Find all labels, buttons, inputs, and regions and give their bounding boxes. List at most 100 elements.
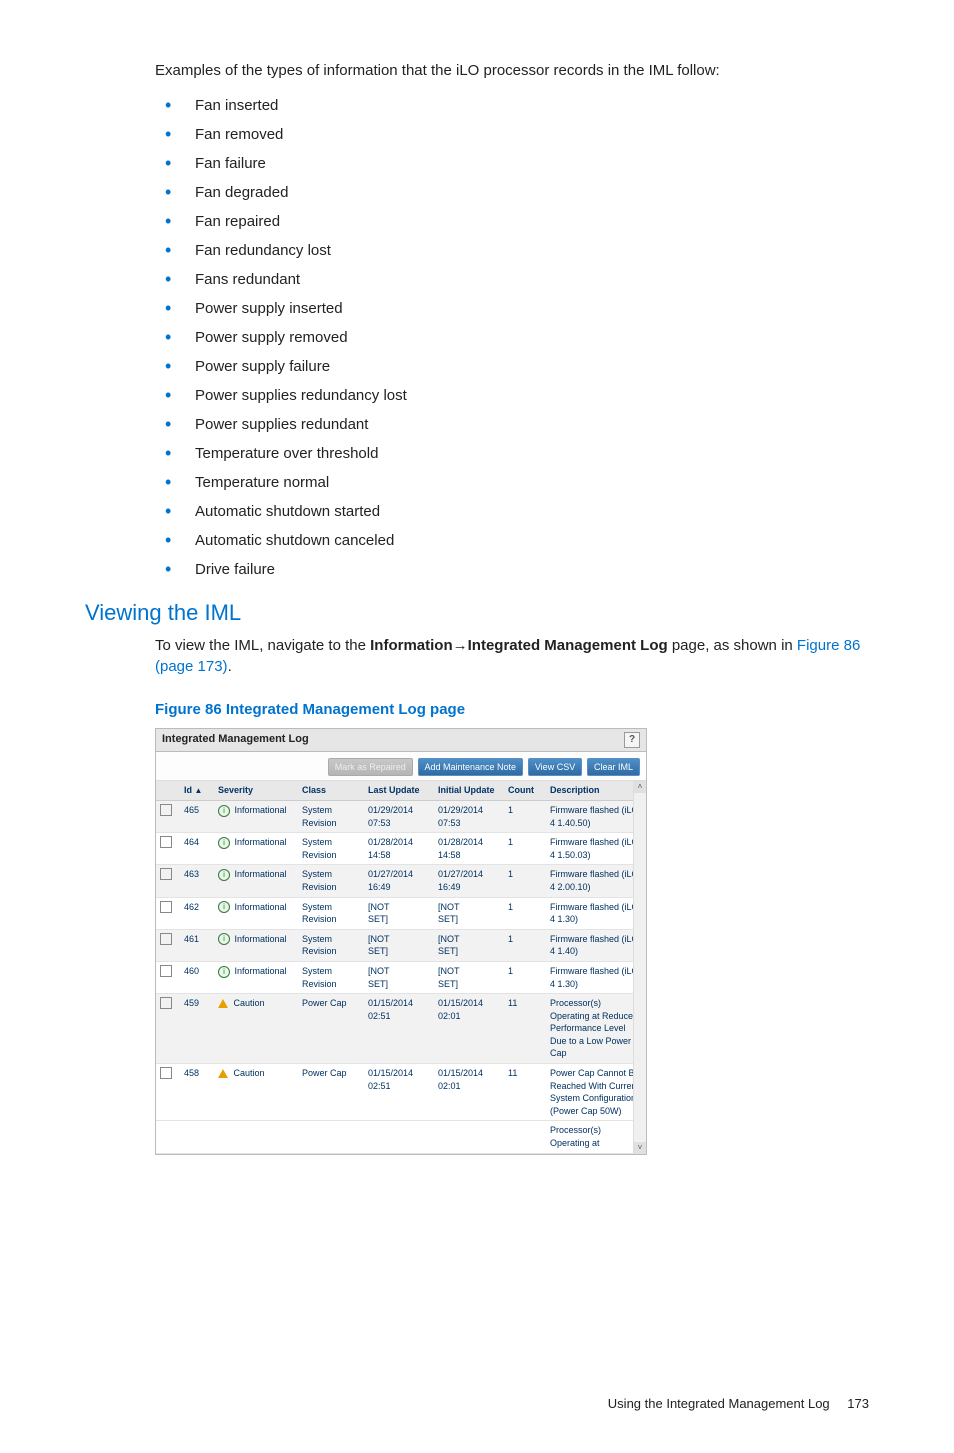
list-item: Fan degraded xyxy=(165,178,869,207)
table-row[interactable]: 460i InformationalSystem Revision[NOTSET… xyxy=(156,961,646,993)
info-icon: i xyxy=(218,805,230,817)
table-row-partial: Processor(s) Operating at xyxy=(156,1121,646,1153)
cell-description: Firmware flashed (iLO 4 1.50.03) xyxy=(546,833,646,865)
cell-last-update: [NOTSET] xyxy=(364,897,434,929)
cell-last-update: 01/15/201402:51 xyxy=(364,994,434,1064)
cell-last-update: [NOTSET] xyxy=(364,961,434,993)
cell-description: Processor(s) Operating at xyxy=(546,1121,646,1153)
cell-initial-update: 01/15/201402:01 xyxy=(434,994,504,1064)
add-maintenance-note-button[interactable]: Add Maintenance Note xyxy=(418,758,524,777)
table-row[interactable]: 463i InformationalSystem Revision01/27/2… xyxy=(156,865,646,897)
row-checkbox[interactable] xyxy=(160,901,172,913)
info-icon: i xyxy=(218,966,230,978)
scroll-up-icon[interactable]: ˄ xyxy=(634,781,646,793)
cell-id: 460 xyxy=(180,961,214,993)
cell-description: Processor(s) Operating at Reduced Perfor… xyxy=(546,994,646,1064)
list-item: Power supply removed xyxy=(165,323,869,352)
cell-severity: i Informational xyxy=(214,800,298,832)
row-checkbox[interactable] xyxy=(160,868,172,880)
arrow-icon: → xyxy=(453,637,468,654)
examples-list: Fan inserted Fan removed Fan failure Fan… xyxy=(165,91,869,584)
log-table-container: Id ▲ Severity Class Last Update Initial … xyxy=(156,781,646,1153)
table-row[interactable]: 458 CautionPower Cap01/15/201402:5101/15… xyxy=(156,1064,646,1121)
help-icon[interactable]: ? xyxy=(624,732,640,748)
cell-class: System Revision xyxy=(298,833,364,865)
cell-count: 1 xyxy=(504,897,546,929)
list-item: Fan redundancy lost xyxy=(165,236,869,265)
table-row[interactable]: 461i InformationalSystem Revision[NOTSET… xyxy=(156,929,646,961)
text: To view the IML, navigate to the xyxy=(155,637,370,654)
row-checkbox[interactable] xyxy=(160,836,172,848)
figure-title: Integrated Management Log xyxy=(162,732,309,747)
cell-last-update: 01/28/201414:58 xyxy=(364,833,434,865)
cell-severity: i Informational xyxy=(214,833,298,865)
cell-severity: i Informational xyxy=(214,897,298,929)
row-checkbox[interactable] xyxy=(160,997,172,1009)
page-number: 173 xyxy=(847,1396,869,1411)
intro-paragraph: Examples of the types of information tha… xyxy=(155,60,869,81)
list-item: Fan failure xyxy=(165,149,869,178)
figure-caption: Figure 86 Integrated Management Log page xyxy=(155,699,869,720)
list-item: Fan repaired xyxy=(165,207,869,236)
section-heading-viewing-iml: Viewing the IML xyxy=(85,598,869,629)
cell-id: 463 xyxy=(180,865,214,897)
list-item: Power supply inserted xyxy=(165,294,869,323)
vertical-scrollbar[interactable]: ˄ ˅ xyxy=(633,781,646,1153)
cell-count: 1 xyxy=(504,833,546,865)
cell-description: Power Cap Cannot Be Reached With Current… xyxy=(546,1064,646,1121)
cell-id: 459 xyxy=(180,994,214,1064)
col-class[interactable]: Class xyxy=(298,781,364,800)
list-item: Power supplies redundant xyxy=(165,410,869,439)
cell-id: 464 xyxy=(180,833,214,865)
cell-id: 461 xyxy=(180,929,214,961)
info-icon: i xyxy=(218,901,230,913)
table-row[interactable]: 465i InformationalSystem Revision01/29/2… xyxy=(156,800,646,832)
nav-path-information: Information xyxy=(370,637,453,654)
table-row[interactable]: 462i InformationalSystem Revision[NOTSET… xyxy=(156,897,646,929)
info-icon: i xyxy=(218,869,230,881)
list-item: Drive failure xyxy=(165,555,869,584)
col-severity[interactable]: Severity xyxy=(214,781,298,800)
cell-id: 458 xyxy=(180,1064,214,1121)
list-item: Fan inserted xyxy=(165,91,869,120)
list-item: Automatic shutdown started xyxy=(165,497,869,526)
cell-severity: Caution xyxy=(214,994,298,1064)
table-row[interactable]: 459 CautionPower Cap01/15/201402:5101/15… xyxy=(156,994,646,1064)
cell-initial-update: 01/28/201414:58 xyxy=(434,833,504,865)
col-id-label: Id xyxy=(184,785,192,795)
text: page, as shown in xyxy=(672,637,797,654)
cell-description: Firmware flashed (iLO 4 2.00.10) xyxy=(546,865,646,897)
col-last-update[interactable]: Last Update xyxy=(364,781,434,800)
table-row[interactable]: 464i InformationalSystem Revision01/28/2… xyxy=(156,833,646,865)
cell-initial-update: 01/29/201407:53 xyxy=(434,800,504,832)
cell-initial-update: [NOTSET] xyxy=(434,961,504,993)
sort-ascending-icon: ▲ xyxy=(195,786,203,795)
list-item: Automatic shutdown canceled xyxy=(165,526,869,555)
cell-class: Power Cap xyxy=(298,994,364,1064)
mark-as-repaired-button[interactable]: Mark as Repaired xyxy=(328,758,413,777)
cell-description: Firmware flashed (iLO 4 1.40) xyxy=(546,929,646,961)
cell-class: System Revision xyxy=(298,800,364,832)
nav-path-iml: Integrated Management Log xyxy=(468,637,668,654)
row-checkbox[interactable] xyxy=(160,965,172,977)
cell-count: 1 xyxy=(504,929,546,961)
cell-count: 1 xyxy=(504,800,546,832)
figure-iml-screenshot: Integrated Management Log ? Mark as Repa… xyxy=(155,728,647,1155)
clear-iml-button[interactable]: Clear IML xyxy=(587,758,640,777)
list-item: Fans redundant xyxy=(165,265,869,294)
row-checkbox[interactable] xyxy=(160,1067,172,1079)
cell-last-update: 01/29/201407:53 xyxy=(364,800,434,832)
iml-toolbar: Mark as Repaired Add Maintenance Note Vi… xyxy=(156,752,646,782)
col-description[interactable]: Description xyxy=(546,781,646,800)
cell-count: 1 xyxy=(504,961,546,993)
col-select xyxy=(156,781,180,800)
view-csv-button[interactable]: View CSV xyxy=(528,758,582,777)
info-icon: i xyxy=(218,933,230,945)
row-checkbox[interactable] xyxy=(160,804,172,816)
col-count[interactable]: Count xyxy=(504,781,546,800)
row-checkbox[interactable] xyxy=(160,933,172,945)
col-id[interactable]: Id ▲ xyxy=(180,781,214,800)
cell-count: 11 xyxy=(504,1064,546,1121)
col-initial-update[interactable]: Initial Update xyxy=(434,781,504,800)
scroll-down-icon[interactable]: ˅ xyxy=(634,1142,646,1154)
